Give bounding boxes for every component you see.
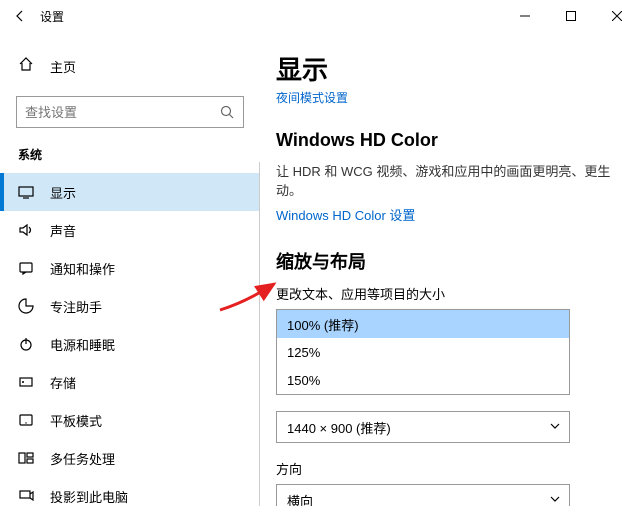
main-content: 显示 夜间模式设置 Windows HD Color 让 HDR 和 WCG 视… xyxy=(260,32,640,506)
sidebar-item-label: 通知和操作 xyxy=(50,259,115,278)
sidebar-item-label: 存储 xyxy=(50,373,76,392)
sidebar-item-label: 电源和睡眠 xyxy=(50,335,115,354)
sidebar-item-tablet[interactable]: 平板模式 xyxy=(0,401,260,439)
sidebar-item-power[interactable]: 电源和睡眠 xyxy=(0,325,260,363)
chevron-down-icon xyxy=(549,493,561,507)
sidebar-item-label: 显示 xyxy=(50,183,76,202)
scale-option-100[interactable]: 100% (推荐) xyxy=(277,310,569,338)
sidebar-item-multitask[interactable]: 多任务处理 xyxy=(0,439,260,477)
sidebar-item-label: 多任务处理 xyxy=(50,449,115,468)
project-icon xyxy=(18,488,34,504)
sidebar-item-label: 投影到此电脑 xyxy=(50,487,128,506)
storage-icon xyxy=(18,374,34,390)
sidebar-item-storage[interactable]: 存储 xyxy=(0,363,260,401)
close-button[interactable] xyxy=(594,0,640,32)
multitask-icon xyxy=(18,450,34,466)
focus-icon xyxy=(18,298,34,314)
sidebar-item-label: 平板模式 xyxy=(50,411,102,430)
back-button[interactable] xyxy=(8,4,32,28)
notifications-icon xyxy=(18,260,34,276)
chevron-down-icon xyxy=(549,420,561,435)
orientation-combo[interactable]: 横向 xyxy=(276,484,570,506)
orientation-value: 横向 xyxy=(287,491,313,507)
sidebar-item-notifications[interactable]: 通知和操作 xyxy=(0,249,260,287)
category-label: 系统 xyxy=(0,132,260,173)
night-mode-link[interactable]: 夜间模式设置 xyxy=(276,89,616,106)
search-box[interactable] xyxy=(16,96,244,128)
power-icon xyxy=(18,336,34,352)
orientation-label: 方向 xyxy=(276,459,616,478)
maximize-button[interactable] xyxy=(548,0,594,32)
resolution-combo[interactable]: 1440 × 900 (推荐) xyxy=(276,411,570,443)
sidebar-item-sound[interactable]: 声音 xyxy=(0,211,260,249)
sidebar: 主页 系统 显示 声音 通知和操作 xyxy=(0,32,260,506)
resolution-value: 1440 × 900 (推荐) xyxy=(287,418,391,437)
home-button[interactable]: 主页 xyxy=(0,48,260,84)
sidebar-item-project[interactable]: 投影到此电脑 xyxy=(0,477,260,515)
tablet-icon xyxy=(18,412,34,428)
sound-icon xyxy=(18,222,34,238)
minimize-button[interactable] xyxy=(502,0,548,32)
sidebar-item-label: 声音 xyxy=(50,221,76,240)
home-label: 主页 xyxy=(50,57,76,76)
hd-color-desc: 让 HDR 和 WCG 视频、游戏和应用中的画面更明亮、更生动。 xyxy=(276,161,616,199)
display-icon xyxy=(18,184,34,200)
search-icon xyxy=(219,104,235,120)
scale-dropdown[interactable]: 100% (推荐) 125% 150% xyxy=(276,309,570,395)
home-icon xyxy=(18,56,34,77)
sidebar-item-display[interactable]: 显示 xyxy=(0,173,260,211)
window-title: 设置 xyxy=(40,8,64,25)
search-input[interactable] xyxy=(25,105,219,120)
scale-option-125[interactable]: 125% xyxy=(277,338,569,366)
hd-color-link[interactable]: Windows HD Color 设置 xyxy=(276,205,415,224)
hd-color-title: Windows HD Color xyxy=(276,130,616,151)
sidebar-item-label: 专注助手 xyxy=(50,297,102,316)
scale-label: 更改文本、应用等项目的大小 xyxy=(276,284,616,303)
sidebar-item-focus[interactable]: 专注助手 xyxy=(0,287,260,325)
scale-layout-title: 缩放与布局 xyxy=(276,248,616,274)
page-title: 显示 xyxy=(276,50,616,87)
scale-option-150[interactable]: 150% xyxy=(277,366,569,394)
